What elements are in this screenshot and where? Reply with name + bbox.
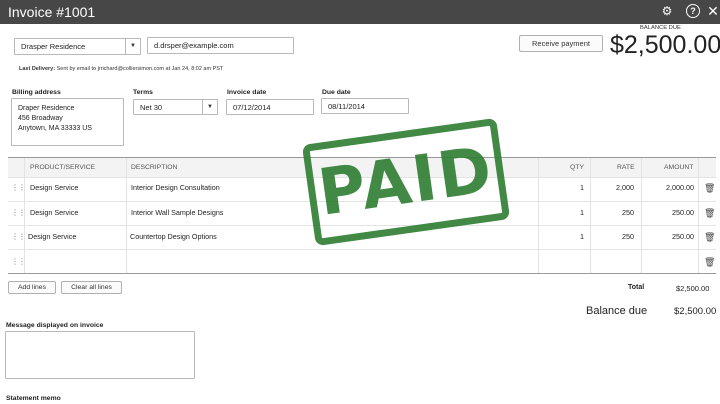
total-value: $2,500.00 [676, 284, 710, 293]
col-divider [698, 158, 699, 274]
terms-value: Net 30 [140, 103, 163, 112]
help-icon[interactable]: ? [686, 4, 700, 18]
col-divider [538, 158, 539, 274]
billing-line2: 456 Broadway [18, 115, 63, 122]
add-lines-button[interactable]: Add lines [8, 281, 56, 294]
row1-description[interactable]: Interior Design Consultation [131, 176, 220, 200]
trash-icon[interactable]: 🗑 [704, 201, 715, 225]
table-bottom-border [8, 273, 716, 274]
trash-icon[interactable]: 🗑 [704, 176, 715, 200]
billing-line1: Draper Residence [18, 105, 75, 112]
receive-payment-button[interactable]: Receive payment [519, 35, 603, 52]
balance-due-total-label: Balance due [586, 305, 648, 317]
terms-select[interactable]: Net 30 ▼ [133, 99, 218, 115]
row1-qty[interactable]: 1 [560, 176, 584, 200]
balance-due-amount: $2,500.00 [610, 31, 720, 59]
billing-address-label: Billing address [12, 89, 61, 96]
trash-icon[interactable]: 🗑 [704, 225, 715, 249]
drag-handle-icon[interactable]: ⋮⋮ [11, 225, 26, 249]
col-rate: RATE [617, 164, 635, 171]
last-delivery-text: Sent by email to jrrichard@colliersimon.… [56, 66, 224, 72]
row3-amount: 250.00 [672, 232, 694, 241]
message-field[interactable] [5, 331, 195, 379]
chevron-down-icon[interactable]: ▼ [202, 100, 217, 114]
last-delivery-label: Last Delivery: [19, 66, 56, 72]
row2-product[interactable]: Design Service [30, 201, 78, 225]
trash-icon[interactable]: 🗑 [704, 250, 715, 274]
col-amount: AMOUNT [664, 164, 694, 171]
col-divider [641, 158, 642, 274]
message-label: Message displayed on invoice [6, 322, 104, 329]
email-value: d.drsper@example.com [154, 41, 234, 50]
col-description: DESCRIPTION [131, 164, 178, 171]
invoice-date-value: 07/12/2014 [233, 103, 271, 112]
row1-rate[interactable]: 2,000 [600, 176, 634, 200]
title-bar [0, 0, 720, 24]
col-qty: QTY [570, 164, 584, 171]
drag-handle-icon[interactable]: ⋮⋮ [11, 250, 26, 274]
row2-amount: 250.00 [672, 208, 694, 217]
row2-description[interactable]: Interior Wall Sample Designs [131, 201, 223, 225]
row3-qty[interactable]: 1 [560, 225, 584, 249]
row-divider [8, 249, 716, 250]
col-product: PRODUCT/SERVICE [30, 164, 96, 171]
last-delivery: Last Delivery: Sent by email to jrrichar… [19, 66, 223, 72]
drag-handle-icon[interactable]: ⋮⋮ [11, 201, 26, 225]
email-field[interactable]: d.drsper@example.com [147, 37, 294, 54]
paid-stamp: PAID [301, 117, 511, 247]
due-date-label: Due date [322, 89, 351, 96]
due-date-value: 08/11/2014 [328, 102, 365, 111]
chevron-down-icon[interactable]: ▼ [125, 39, 140, 54]
billing-address-field[interactable]: Draper Residence 456 Broadway Anytown, M… [11, 98, 124, 146]
invoice-date-field[interactable]: 07/12/2014 [226, 99, 314, 115]
drag-handle-icon[interactable]: ⋮⋮ [11, 176, 26, 200]
row1-product[interactable]: Design Service [30, 176, 78, 200]
due-date-field[interactable]: 08/11/2014 [321, 98, 409, 114]
terms-label: Terms [133, 89, 153, 96]
col-divider [590, 158, 591, 274]
row3-description[interactable]: Countertop Design Options [130, 225, 217, 249]
clear-all-lines-button[interactable]: Clear all lines [61, 281, 122, 294]
customer-value: Drasper Residence [21, 42, 86, 51]
close-icon[interactable]: ✕ [706, 4, 720, 18]
row1-amount: 2,000.00 [666, 183, 694, 192]
row3-rate[interactable]: 250 [600, 225, 634, 249]
gear-icon[interactable]: ⚙ [660, 4, 674, 18]
total-label: Total [628, 284, 645, 291]
col-divider [126, 158, 127, 274]
customer-select[interactable]: Drasper Residence ▼ [14, 38, 141, 55]
invoice-date-label: Invoice date [227, 89, 267, 96]
balance-due-total-value: $2,500.00 [674, 306, 717, 317]
row2-qty[interactable]: 1 [560, 201, 584, 225]
row2-rate[interactable]: 250 [600, 201, 634, 225]
statement-memo-label: Statement memo [6, 395, 61, 402]
row3-product[interactable]: Design Service [28, 225, 76, 249]
billing-line3: Anytown, MA 33333 US [18, 125, 92, 132]
invoice-title: Invoice #1001 [8, 4, 96, 20]
